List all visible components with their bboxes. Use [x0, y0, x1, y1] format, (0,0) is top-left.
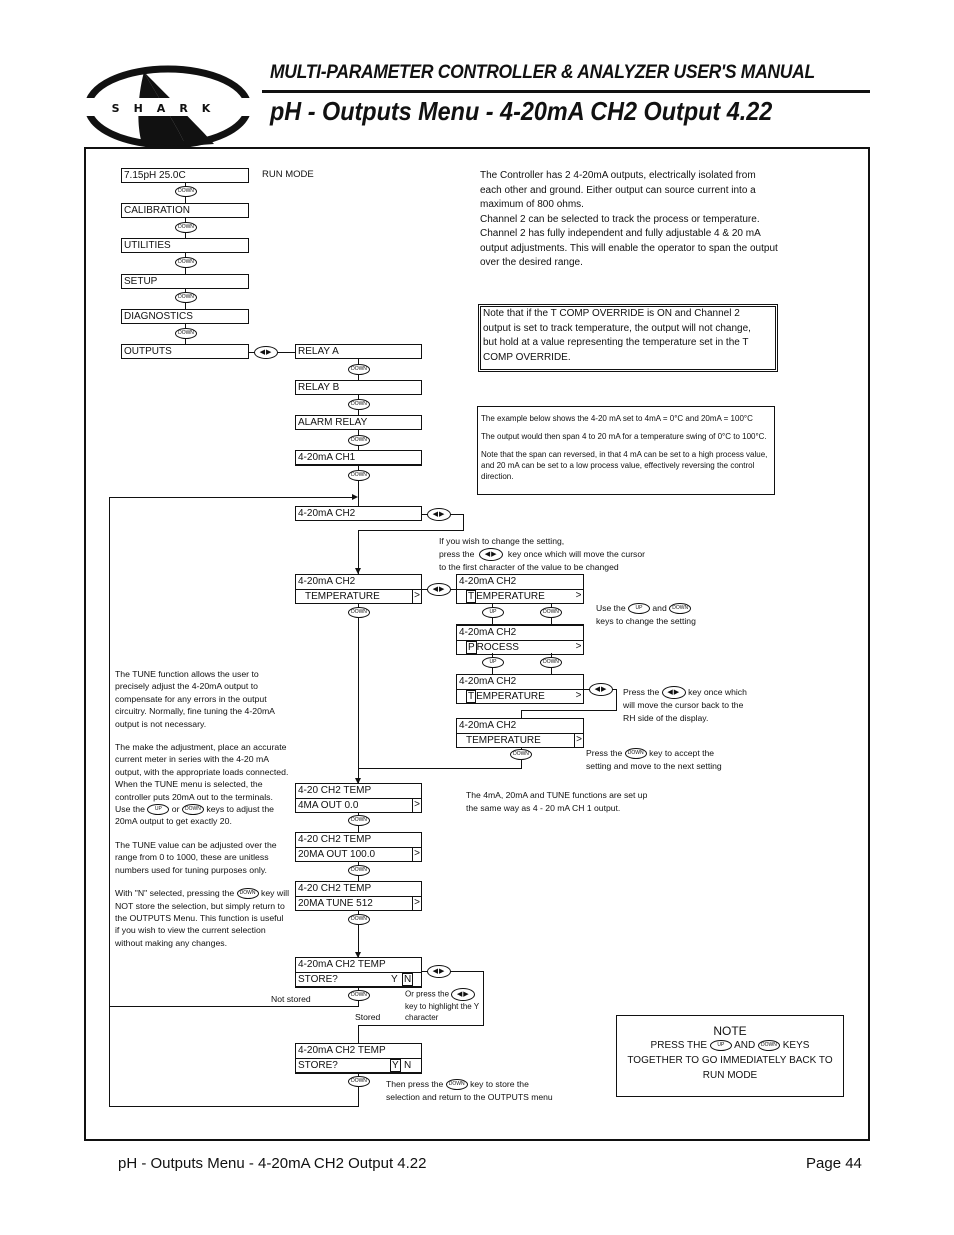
- connector: [521, 710, 522, 718]
- down-key-icon: DOWN: [348, 990, 370, 1001]
- lcd-ch2-edit-temperature: 4-20mA CH2 T EMPERATURE >: [456, 574, 584, 604]
- down-key-icon: DOWN: [348, 399, 370, 410]
- lcd-ch2-edit-process: 4-20mA CH2 P ROCESS >: [456, 624, 584, 655]
- down-key-icon: DOWN: [624, 748, 647, 760]
- left-right-key-icon: ◀▶: [427, 583, 451, 596]
- up-key-icon: UP: [482, 657, 504, 668]
- connector: [358, 768, 522, 769]
- header-rule: [262, 90, 870, 93]
- lcd-store-n: 4-20mA CH2 TEMP STORE? Y N: [295, 957, 422, 988]
- connector: [358, 1025, 359, 1043]
- down-key-icon: DOWN: [348, 865, 370, 876]
- menu-item-alarm-relay[interactable]: ALARM RELAY: [295, 415, 422, 430]
- down-key-icon: DOWN: [348, 607, 370, 618]
- use-keys-hint: Use the UP and DOWN keys to change the s…: [596, 603, 696, 626]
- left-right-key-icon: ◀▶: [254, 346, 278, 359]
- up-key-icon: UP: [709, 1039, 732, 1051]
- tune-explanation: The TUNE function allows the user to pre…: [115, 669, 289, 948]
- menu-item-outputs[interactable]: OUTPUTS: [121, 344, 249, 359]
- lcd-run-mode: 7.15pH 25.0C: [121, 168, 249, 183]
- note-box: NOTE PRESS THE UP AND DOWN KEYS TOGETHER…: [616, 1015, 844, 1097]
- up-key-icon: UP: [482, 607, 504, 618]
- menu-item-setup[interactable]: SETUP: [121, 274, 249, 289]
- down-key-icon: DOWN: [348, 914, 370, 925]
- left-right-key-icon: ◀▶: [451, 988, 476, 1001]
- down-key-icon: DOWN: [540, 607, 562, 618]
- connector: [358, 530, 464, 531]
- left-right-key-icon: ◀▶: [427, 508, 451, 521]
- footer-title: pH - Outputs Menu - 4-20mA CH2 Output 4.…: [118, 1155, 427, 1172]
- connector: [483, 971, 484, 1025]
- page-number: Page 44: [806, 1155, 862, 1172]
- up-key-icon: UP: [147, 804, 170, 816]
- example-note-text: The example below shows the 4-20 mA set …: [481, 414, 768, 481]
- up-key-icon: UP: [628, 603, 651, 615]
- connector: [358, 1025, 484, 1026]
- connector: [463, 514, 464, 530]
- down-key-icon: DOWN: [348, 470, 370, 481]
- down-key-icon: DOWN: [348, 815, 370, 826]
- down-key-icon: DOWN: [669, 603, 692, 615]
- left-right-key-icon: ◀▶: [589, 683, 613, 696]
- lcd-ch2-edit-temperature-2: 4-20mA CH2 T EMPERATURE >: [456, 674, 584, 704]
- tcomp-note-text: Note that if the T COMP OVERRIDE is ON a…: [483, 308, 751, 363]
- lcd-ch2-confirm-temperature: 4-20mA CH2 TEMPERATURE >: [456, 718, 584, 748]
- left-right-key-icon: ◀▶: [427, 965, 451, 978]
- menu-item-relay-b[interactable]: RELAY B: [295, 380, 422, 395]
- menu-item-diagnostics[interactable]: DIAGNOSTICS: [121, 309, 249, 324]
- ch2-flow-line: [358, 603, 359, 786]
- left-right-key-icon: ◀▶: [479, 547, 504, 561]
- down-key-icon: DOWN: [348, 435, 370, 446]
- arrowhead: [352, 494, 358, 500]
- svg-text:SHARK: SHARK: [112, 102, 225, 115]
- down-key-icon: DOWN: [236, 888, 259, 900]
- lcd-setting-4ma: 4-20 CH2 TEMP 4MA OUT 0.0 >: [295, 783, 422, 813]
- run-mode-label: RUN MODE: [262, 169, 314, 180]
- same-way-note: The 4mA, 20mA and TUNE functions are set…: [466, 790, 648, 813]
- return-line-left: [109, 1006, 110, 1106]
- change-setting-hint: If you wish to change the setting, press…: [439, 536, 645, 572]
- menu-item-relay-a[interactable]: RELAY A: [295, 344, 422, 359]
- lcd-setting-20ma: 4-20 CH2 TEMP 20MA OUT 100.0 >: [295, 832, 422, 862]
- menu-item-4-20ma-ch2[interactable]: 4-20mA CH2: [295, 506, 422, 521]
- down-key-icon: DOWN: [175, 257, 197, 268]
- down-key-icon: DOWN: [445, 1079, 468, 1091]
- menu-item-utilities[interactable]: UTILITIES: [121, 238, 249, 253]
- return-line-not-stored: [109, 1006, 359, 1007]
- press-down-hint: Press the DOWN key to accept the setting…: [586, 748, 722, 771]
- down-key-icon: DOWN: [175, 222, 197, 233]
- shark-logo: SHARK: [86, 65, 251, 149]
- left-right-key-icon: ◀▶: [661, 686, 686, 700]
- down-key-icon: DOWN: [175, 186, 197, 197]
- stored-label: Stored: [355, 1012, 381, 1022]
- connector: [521, 710, 617, 711]
- connector: [616, 689, 617, 711]
- or-press-hint: Or press the ◀▶ key to highlight the Y c…: [405, 988, 479, 1022]
- manual-title: MULTI-PARAMETER CONTROLLER & ANALYZER US…: [270, 62, 815, 83]
- press-lr-hint: Press the ◀▶ key once which will move th…: [623, 686, 747, 723]
- menu-item-calibration[interactable]: CALIBRATION: [121, 203, 249, 218]
- down-key-icon: DOWN: [348, 364, 370, 375]
- page-title: pH - Outputs Menu - 4-20mA CH2 Output 4.…: [270, 96, 773, 126]
- lcd-setting-tune: 4-20 CH2 TEMP 20MA TUNE 512 >: [295, 881, 422, 911]
- return-line-top: [109, 497, 354, 498]
- down-key-icon: DOWN: [348, 1076, 370, 1087]
- down-key-icon: DOWN: [757, 1039, 780, 1051]
- return-line-stored: [109, 1106, 359, 1107]
- down-key-icon: DOWN: [540, 657, 562, 668]
- then-press-hint: Then press the DOWN key to store the sel…: [386, 1079, 553, 1102]
- return-line-left: [109, 497, 110, 1007]
- down-key-icon: DOWN: [181, 804, 204, 816]
- not-stored-label: Not stored: [271, 994, 311, 1004]
- down-key-icon: DOWN: [175, 292, 197, 303]
- down-key-icon: DOWN: [175, 328, 197, 339]
- lcd-store-y: 4-20mA CH2 TEMP STORE? Y N: [295, 1043, 422, 1074]
- intro-text: The Controller has 2 4-20mA outputs, ele…: [480, 170, 778, 268]
- menu-item-4-20ma-ch1[interactable]: 4-20mA CH1: [295, 450, 422, 466]
- lcd-ch2-source: 4-20mA CH2 TEMPERATURE >: [295, 574, 422, 604]
- down-key-icon: DOWN: [510, 749, 532, 760]
